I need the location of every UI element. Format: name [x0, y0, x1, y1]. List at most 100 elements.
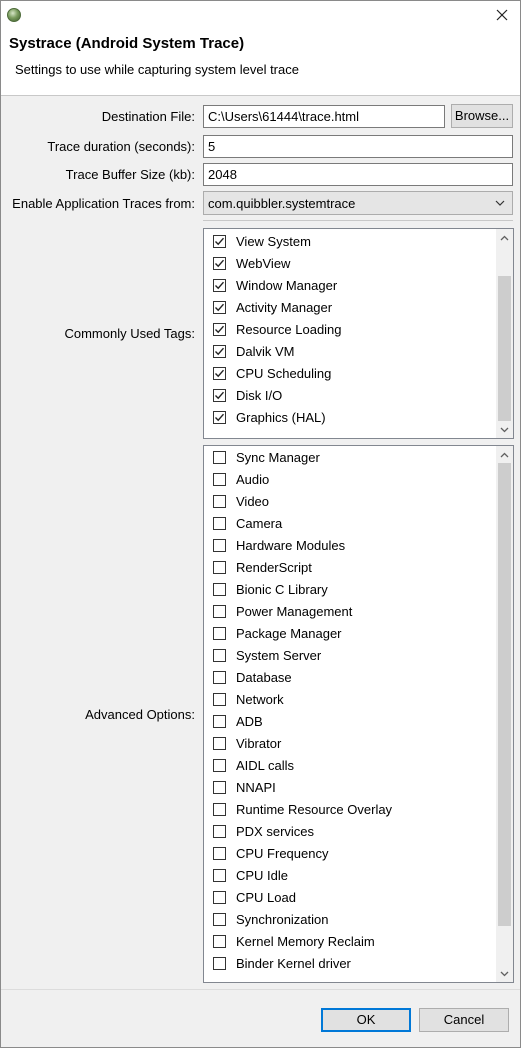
trace-duration-input[interactable]: 5 [203, 135, 513, 158]
checkbox[interactable] [213, 560, 226, 574]
list-item[interactable]: Vibrator [204, 732, 496, 754]
scroll-thumb[interactable] [498, 463, 511, 926]
checkbox[interactable] [213, 802, 226, 816]
checkbox[interactable] [213, 912, 226, 926]
checkbox[interactable] [213, 890, 226, 904]
checkbox[interactable] [213, 648, 226, 662]
list-item[interactable]: ADB [204, 710, 496, 732]
checkbox[interactable] [213, 450, 226, 464]
list-item[interactable]: Audio [204, 468, 496, 490]
list-item[interactable]: Bionic C Library [204, 578, 496, 600]
checkbox-checked[interactable] [213, 410, 226, 424]
app-traces-select[interactable]: com.quibbler.systemtrace [203, 191, 513, 215]
list-item[interactable]: WebView [204, 252, 496, 274]
scroll-up-button[interactable] [496, 446, 513, 463]
list-item[interactable]: Runtime Resource Overlay [204, 798, 496, 820]
scroll-down-button[interactable] [496, 965, 513, 982]
list-item[interactable]: Hardware Modules [204, 534, 496, 556]
checkbox[interactable] [213, 868, 226, 882]
list-item[interactable]: CPU Load [204, 886, 496, 908]
list-item[interactable]: Sync Manager [204, 446, 496, 468]
checkbox[interactable] [213, 956, 226, 970]
list-item-label: WebView [236, 255, 291, 271]
advanced-options-list[interactable]: Sync Manager Audio Video Camera Hardware Mod… [203, 445, 514, 983]
checkbox[interactable] [213, 846, 226, 860]
common-tags-scrollbar[interactable] [496, 229, 513, 438]
list-item[interactable]: Resource Loading [204, 318, 496, 340]
list-item-label: Activity Manager [236, 299, 333, 315]
list-item-label: AIDL calls [236, 757, 295, 773]
checkbox[interactable] [213, 736, 226, 750]
list-item[interactable]: Synchronization [204, 908, 496, 930]
list-item[interactable]: Graphics (HAL) [204, 406, 496, 428]
list-item-label: Window Manager [236, 277, 338, 293]
checkbox-checked[interactable] [213, 278, 226, 292]
checkbox-checked[interactable] [213, 388, 226, 402]
chevron-up-icon [500, 452, 509, 457]
scroll-thumb[interactable] [498, 276, 511, 421]
close-button[interactable] [490, 4, 514, 26]
checkbox[interactable] [213, 934, 226, 948]
list-item[interactable]: NNAPI [204, 776, 496, 798]
list-item[interactable]: CPU Scheduling [204, 362, 496, 384]
list-item[interactable]: CPU Idle [204, 864, 496, 886]
list-item-label: NNAPI [236, 779, 276, 795]
checkbox[interactable] [213, 824, 226, 838]
list-item[interactable]: Network [204, 688, 496, 710]
app-traces-selected-value: com.quibbler.systemtrace [208, 196, 356, 211]
destination-file-input[interactable]: C:\Users\61444\trace.html [203, 105, 445, 128]
list-item[interactable]: Kernel Memory Reclaim [204, 930, 496, 952]
checkbox[interactable] [213, 626, 226, 640]
trace-buffer-input[interactable]: 2048 [203, 163, 513, 186]
checkmark-icon [215, 281, 225, 289]
checkmark-icon [215, 237, 225, 245]
checkbox-checked[interactable] [213, 366, 226, 380]
list-item[interactable]: System Server [204, 644, 496, 666]
list-item-label: Sync Manager [236, 449, 320, 465]
title-bar[interactable] [1, 1, 520, 31]
browse-button[interactable]: Browse... [451, 104, 513, 128]
scroll-down-button[interactable] [496, 421, 513, 438]
checkbox-checked[interactable] [213, 256, 226, 270]
scroll-up-button[interactable] [496, 229, 513, 246]
advanced-options-scrollbar[interactable] [496, 446, 513, 982]
list-item[interactable]: Power Management [204, 600, 496, 622]
cancel-button[interactable]: Cancel [419, 1008, 509, 1032]
list-item[interactable]: View System [204, 230, 496, 252]
list-item[interactable]: Database [204, 666, 496, 688]
common-tags-list[interactable]: View System WebView Window Manager Activity… [203, 228, 514, 439]
checkbox[interactable] [213, 714, 226, 728]
list-item[interactable]: Package Manager [204, 622, 496, 644]
checkbox-checked[interactable] [213, 234, 226, 248]
list-item[interactable]: PDX services [204, 820, 496, 842]
checkbox[interactable] [213, 604, 226, 618]
list-item-label: System Server [236, 647, 322, 663]
checkmark-icon [215, 347, 225, 355]
checkbox[interactable] [213, 494, 226, 508]
list-item-label: Dalvik VM [236, 343, 295, 359]
list-item[interactable]: CPU Frequency [204, 842, 496, 864]
checkbox-checked[interactable] [213, 300, 226, 314]
list-item[interactable]: RenderScript [204, 556, 496, 578]
checkbox[interactable] [213, 758, 226, 772]
list-item[interactable]: Dalvik VM [204, 340, 496, 362]
list-item[interactable]: Window Manager [204, 274, 496, 296]
list-item[interactable]: Camera [204, 512, 496, 534]
checkbox[interactable] [213, 538, 226, 552]
checkbox-checked[interactable] [213, 344, 226, 358]
checkbox[interactable] [213, 780, 226, 794]
checkbox[interactable] [213, 692, 226, 706]
checkbox[interactable] [213, 472, 226, 486]
checkbox-checked[interactable] [213, 322, 226, 336]
list-item-label: Package Manager [236, 625, 342, 641]
checkbox[interactable] [213, 516, 226, 530]
list-item[interactable]: Activity Manager [204, 296, 496, 318]
list-item[interactable]: Binder Kernel driver [204, 952, 496, 974]
checkbox[interactable] [213, 670, 226, 684]
list-item[interactable]: Disk I/O [204, 384, 496, 406]
list-item[interactable]: Video [204, 490, 496, 512]
advanced-options-label: Advanced Options: [85, 707, 195, 722]
checkbox[interactable] [213, 582, 226, 596]
list-item[interactable]: AIDL calls [204, 754, 496, 776]
ok-button[interactable]: OK [321, 1008, 411, 1032]
